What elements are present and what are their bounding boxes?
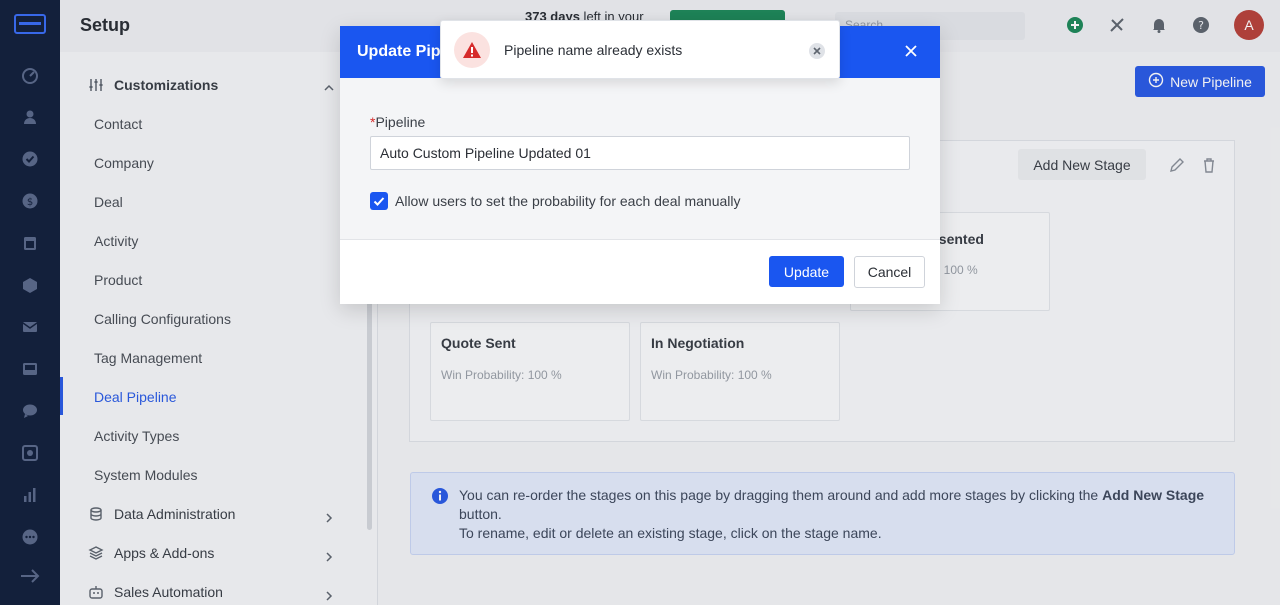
probability-checkbox[interactable] xyxy=(370,192,388,210)
error-toast: Pipeline name already exists xyxy=(440,20,840,79)
cancel-button[interactable]: Cancel xyxy=(854,256,925,288)
close-icon[interactable] xyxy=(808,42,826,60)
pipeline-name-input[interactable] xyxy=(370,136,910,170)
warning-icon xyxy=(454,32,490,68)
pipeline-label-text: Pipeline xyxy=(375,114,426,130)
pipeline-field-label: *Pipeline xyxy=(370,114,425,130)
modal-body: *Pipeline Allow users to set the probabi… xyxy=(340,78,940,240)
update-button[interactable]: Update xyxy=(769,256,844,287)
modal-title: Update Pip xyxy=(357,43,441,60)
probability-checkbox-label[interactable]: Allow users to set the probability for e… xyxy=(395,193,741,209)
toast-message: Pipeline name already exists xyxy=(504,42,683,58)
close-icon[interactable] xyxy=(902,42,920,60)
